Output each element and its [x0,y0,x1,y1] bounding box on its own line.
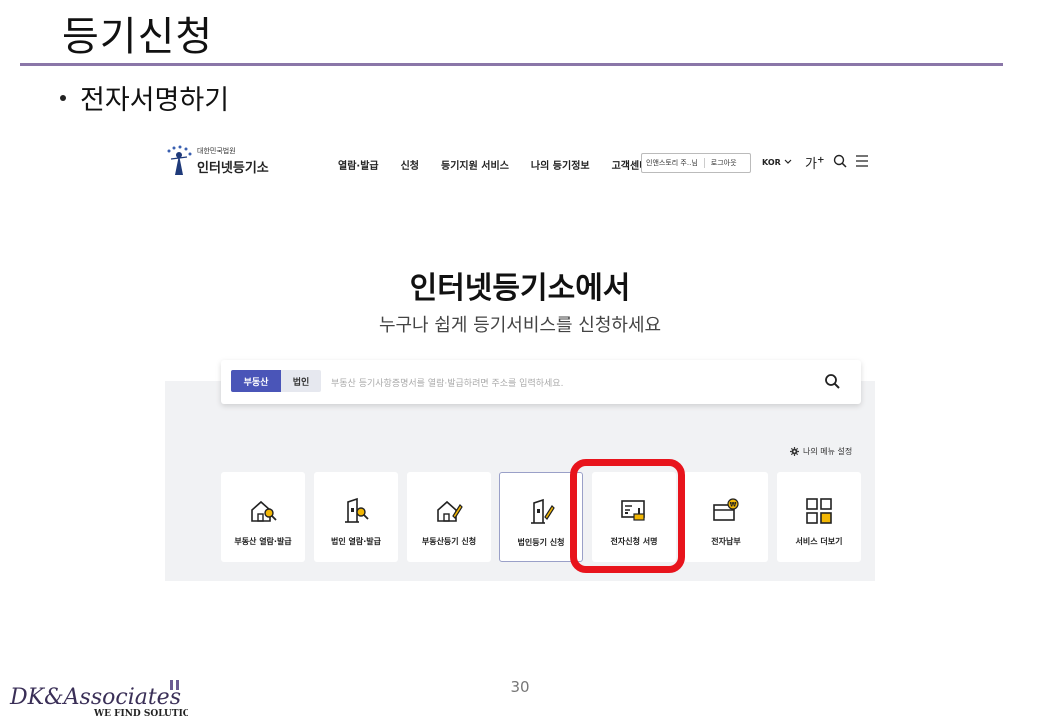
language-selector[interactable]: KOR [762,158,792,167]
grid-more-icon [806,498,832,524]
main-nav: 열람·발급 신청 등기지원 서비스 나의 등기정보 고객센터 [338,157,670,172]
service-card-corp-view[interactable]: 법인 열람·발급 [314,472,398,562]
tab-real-estate[interactable]: 부동산 [231,370,281,392]
language-label: KOR [762,158,781,167]
court-emblem-icon [167,145,192,175]
font-size-label: 가 [805,157,817,172]
house-pen-icon [437,500,463,522]
chevron-down-icon [784,159,792,164]
user-name[interactable]: 인앤스토리 주..님 [642,158,705,168]
nav-item-view-issue[interactable]: 열람·발급 [338,157,379,172]
bullet-dot [60,94,66,101]
nav-item-my-info[interactable]: 나의 등기정보 [531,157,590,172]
bullet-text: 전자서명하기 [80,85,230,116]
title-divider [20,63,1003,66]
search-icon[interactable] [833,154,847,168]
service-card-real-estate-view[interactable]: 부동산 열람·발급 [221,472,305,562]
building-pen-icon [531,498,555,524]
service-card-label: 서비스 더보기 [795,537,843,546]
tab-corporation[interactable]: 법인 [281,370,321,392]
bullet-item: 전자서명하기 [60,78,229,117]
site-header: 대한민국법원 인터넷등기소 열람·발급 신청 등기지원 서비스 나의 등기정보 … [155,135,885,191]
logout-button[interactable]: 로그아웃 [705,158,737,168]
service-card-label: 부동산등기 신청 [421,537,477,546]
svg-text:WE FIND SOLUTIONS: WE FIND SOLUTIONS [93,709,188,718]
service-card-label: 부동산 열람·발급 [234,537,292,546]
slide-title: 등기신청 [62,14,214,60]
search-input[interactable]: 부동산 등기사항증명서를 열람·발급하려면 주소를 입력하세요. [331,376,563,389]
hero-subtitle: 누구나 쉽게 등기서비스를 신청하세요 [378,315,662,336]
service-card-more[interactable]: 서비스 더보기 [777,472,861,562]
plus-icon: + [816,155,825,166]
search-box: 부동산 법인 부동산 등기사항증명서를 열람·발급하려면 주소를 입력하세요. [221,360,861,404]
nav-item-apply[interactable]: 신청 [401,157,419,172]
website-screenshot: 대한민국법원 인터넷등기소 열람·발급 신청 등기지원 서비스 나의 등기정보 … [155,135,885,590]
hamburger-menu-icon[interactable] [855,154,869,168]
svg-text:DK&Associates: DK&Associates [9,685,181,710]
service-card-label: 전자납부 [711,537,741,546]
highlight-box [570,459,685,573]
menu-settings-link[interactable]: 나의 메뉴 설정 [790,446,852,457]
house-search-icon [251,500,277,522]
font-size-button[interactable]: 가+ [805,153,825,172]
site-logo[interactable]: 대한민국법원 인터넷등기소 [165,145,269,177]
hero-title: 인터넷등기소에서 [409,271,631,306]
logo-subtitle: 대한민국법원 [197,147,236,155]
gear-icon [790,447,799,456]
service-card-e-payment[interactable]: ₩ 전자납부 [684,472,768,562]
service-card-real-estate-apply[interactable]: 부동산등기 신청 [407,472,491,562]
user-box: 인앤스토리 주..님 로그아웃 [641,153,751,173]
card-payment-icon: ₩ [713,498,739,521]
brand-logo: DK&Associates WE FIND SOLUTIONS [9,680,188,718]
search-submit-icon[interactable] [824,373,840,389]
nav-item-support[interactable]: 등기지원 서비스 [441,157,509,172]
building-search-icon [345,497,369,523]
svg-text:₩: ₩ [730,502,737,509]
logo-title: 인터넷등기소 [197,161,269,176]
service-card-label: 법인 열람·발급 [331,537,381,546]
menu-settings-label: 나의 메뉴 설정 [803,447,853,456]
